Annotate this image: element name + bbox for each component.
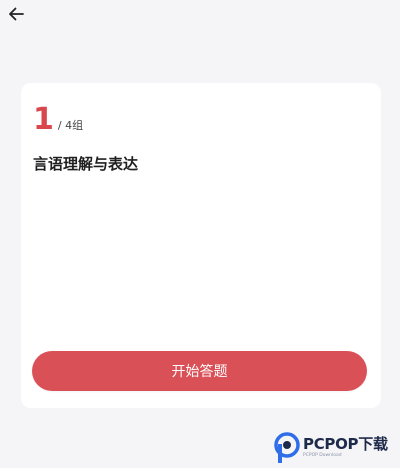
progress-indicator: 1 / 4组 bbox=[33, 105, 83, 135]
pcpop-logo-icon bbox=[274, 432, 300, 463]
watermark-brand: PCPOP下载 bbox=[303, 435, 388, 454]
progress-total: / 4组 bbox=[57, 119, 84, 132]
screen: 1 / 4组 言语理解与表达 开始答题 PCPOP下载 PCPOP Downlo… bbox=[0, 0, 400, 468]
watermark-subtitle: PCPOP Download bbox=[303, 453, 342, 459]
back-button[interactable] bbox=[4, 2, 28, 26]
arrow-left-icon bbox=[9, 7, 24, 21]
section-title: 言语理解与表达 bbox=[33, 155, 139, 173]
progress-current: 1 bbox=[33, 102, 54, 137]
start-answering-button[interactable]: 开始答题 bbox=[32, 351, 367, 391]
watermark: PCPOP下载 PCPOP Download bbox=[274, 428, 400, 468]
question-set-card: 1 / 4组 言语理解与表达 开始答题 bbox=[21, 83, 381, 408]
